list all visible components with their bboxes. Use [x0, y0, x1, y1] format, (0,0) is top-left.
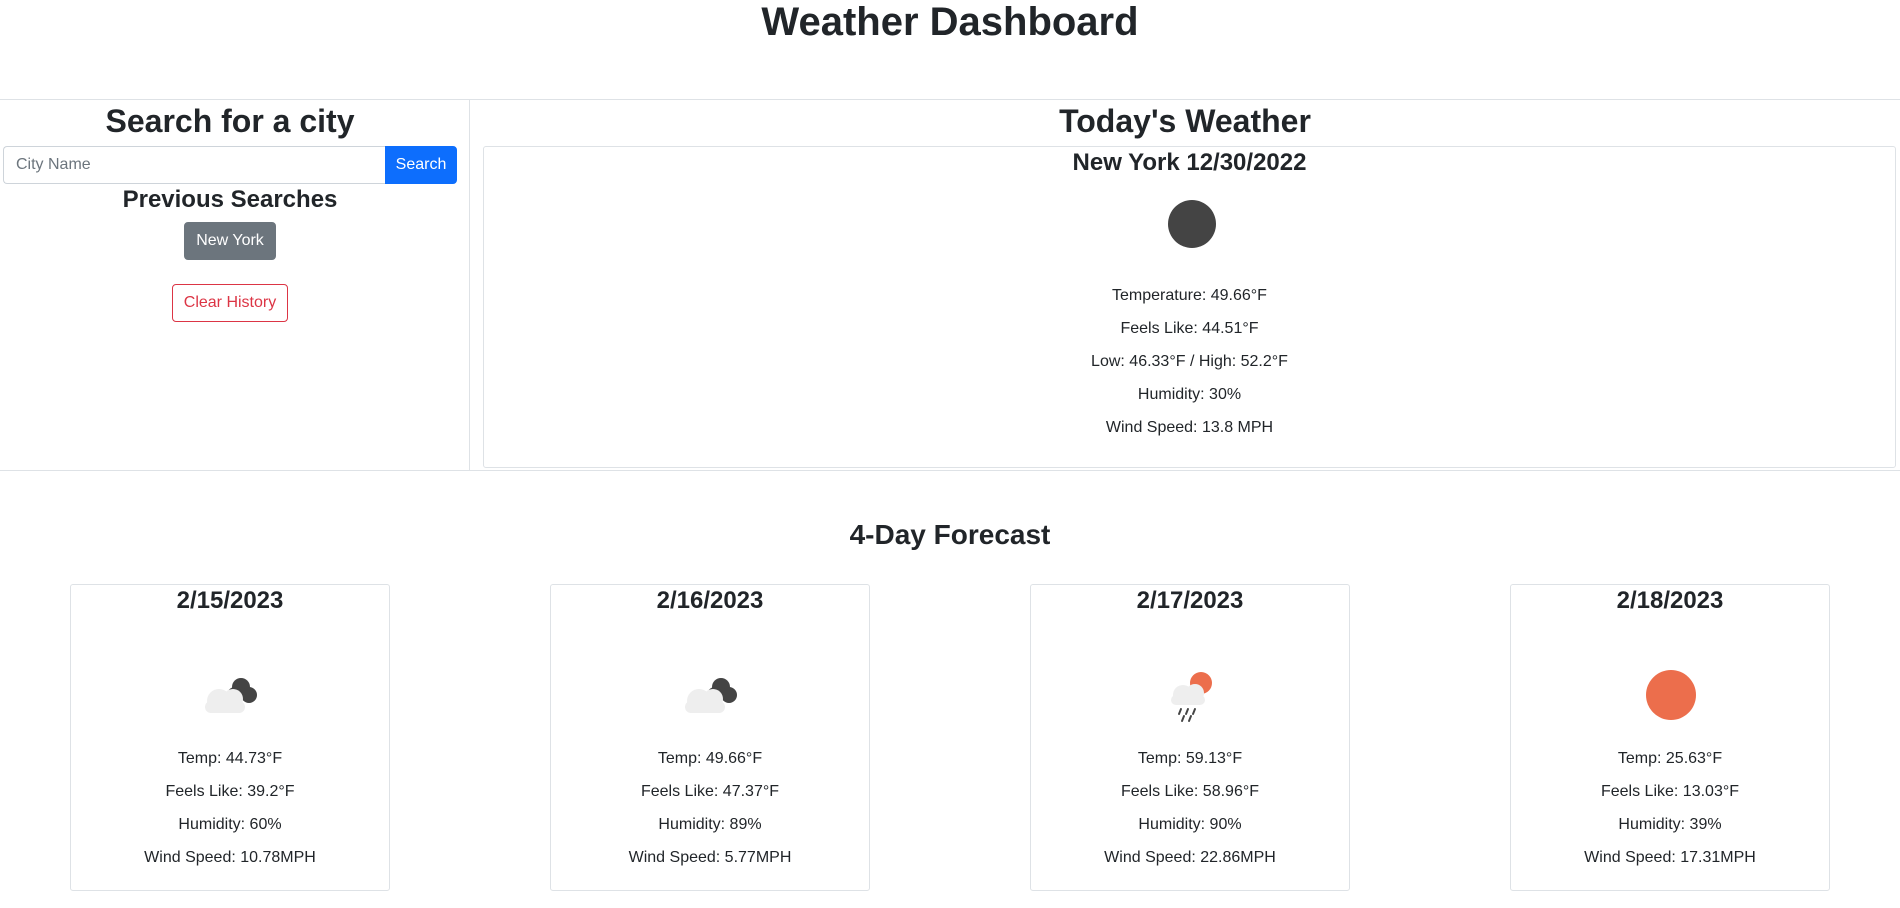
today-low-high: Low: 46.33°F / High: 52.2°F [1091, 353, 1288, 370]
today-feels-like: Feels Like: 44.51°F [1120, 320, 1259, 337]
forecast-card: 2/18/2023 Temp: 25.63°F Feels Like: 13.0… [1510, 584, 1830, 891]
sun-rain-icon [1171, 672, 1212, 722]
forecast-feels-like: Feels Like: 58.96°F [1120, 783, 1260, 800]
forecast-title: 4-Day Forecast [849, 519, 1051, 550]
forecast-wind-speed: Wind Speed: 17.31MPH [1584, 849, 1756, 866]
page: Weather Dashboard Search for a city Sear… [0, 0, 1900, 908]
today-panel: Today's Weather New York 12/30/2022 Temp… [470, 100, 1900, 470]
forecast-wind-speed: Wind Speed: 22.86MPH [1104, 849, 1276, 866]
broken-clouds-icon [685, 678, 737, 713]
forecast-humidity: Humidity: 90% [1138, 816, 1242, 833]
forecast-card: 2/17/2023 Temp: 59.13°F Feels Like: 58.9… [1030, 584, 1350, 891]
previous-searches-title: Previous Searches [122, 186, 338, 213]
forecast-card: 2/15/2023 Temp: 44.73°F Feels Like: 39.2… [70, 584, 390, 891]
forecast-temp: Temp: 59.13°F [1137, 750, 1243, 767]
forecast-temp: Temp: 44.73°F [177, 750, 283, 767]
forecast-card: 2/16/2023 Temp: 49.66°F Feels Like: 47.3… [550, 584, 870, 891]
search-button[interactable]: Search [385, 146, 457, 184]
history-item-button[interactable]: New York [184, 222, 276, 260]
forecast-feels-like: Feels Like: 39.2°F [165, 783, 295, 800]
broken-clouds-icon [205, 678, 257, 713]
today-title: Today's Weather [1059, 103, 1311, 139]
search-panel: Search for a city Search Previous Search… [0, 100, 470, 470]
dark-circle-icon [1168, 200, 1216, 248]
forecast-date: 2/18/2023 [1616, 587, 1724, 614]
forecast-wind-speed: Wind Speed: 5.77MPH [628, 849, 792, 866]
forecast-wind-speed: Wind Speed: 10.78MPH [144, 849, 316, 866]
forecast-temp: Temp: 49.66°F [657, 750, 763, 767]
search-input[interactable] [3, 146, 385, 184]
page-title: Weather Dashboard [761, 0, 1139, 44]
today-humidity: Humidity: 30% [1137, 386, 1242, 403]
search-title: Search for a city [105, 103, 355, 139]
forecast-date: 2/15/2023 [176, 587, 284, 614]
forecast-humidity: Humidity: 89% [658, 816, 762, 833]
sun-icon [1646, 670, 1696, 720]
today-wind-speed: Wind Speed: 13.8 MPH [1105, 419, 1274, 436]
forecast-feels-like: Feels Like: 47.37°F [640, 783, 780, 800]
search-group: Search [3, 146, 457, 184]
forecast-humidity: Humidity: 39% [1618, 816, 1722, 833]
forecast-feels-like: Feels Like: 13.03°F [1600, 783, 1740, 800]
today-temperature: Temperature: 49.66°F [1112, 287, 1267, 304]
today-card: New York 12/30/2022 Temperature: 49.66°F… [483, 146, 1896, 468]
forecast-temp: Temp: 25.63°F [1617, 750, 1723, 767]
forecast-humidity: Humidity: 60% [178, 816, 282, 833]
forecast-date: 2/16/2023 [656, 587, 764, 614]
today-city-date: New York 12/30/2022 [1072, 149, 1307, 176]
clear-history-button[interactable]: Clear History [172, 284, 288, 322]
top-row: Search for a city Search Previous Search… [0, 99, 1900, 471]
forecast-date: 2/17/2023 [1136, 587, 1244, 614]
